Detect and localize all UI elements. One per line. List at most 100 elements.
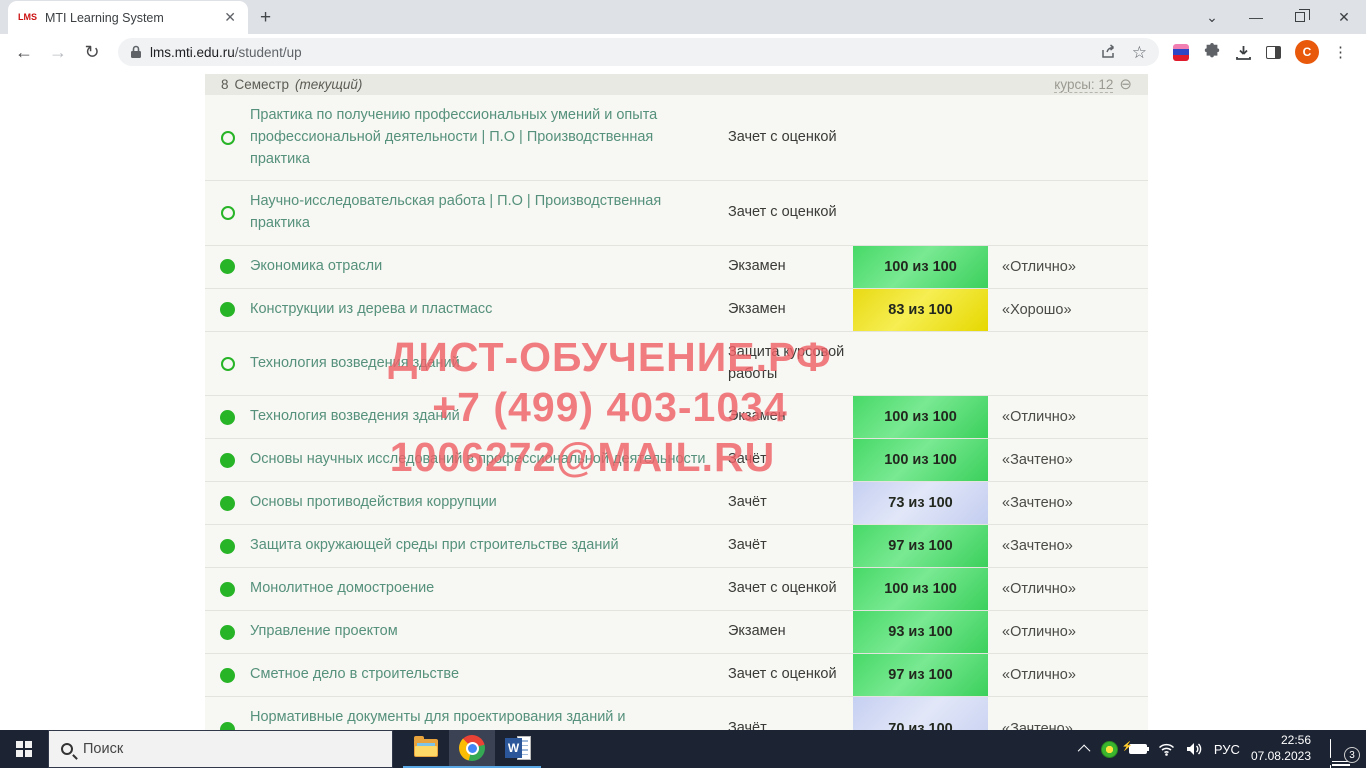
- course-score: 73 из 100: [853, 482, 988, 524]
- course-score: 100 из 100: [853, 568, 988, 610]
- course-row: Конструкции из дерева и пластмасс Экзаме…: [205, 289, 1148, 332]
- tab-close-icon[interactable]: ✕: [222, 9, 238, 26]
- course-name-link[interactable]: Конструкции из дерева и пластмасс: [250, 289, 728, 331]
- course-row: Управление проектом Экзамен 93 из 100 «О…: [205, 611, 1148, 654]
- course-exam-type: Экзамен: [728, 289, 853, 331]
- semester-note: (текущий): [295, 77, 362, 92]
- course-name-link[interactable]: Основы научных исследований в профессион…: [250, 439, 728, 481]
- course-name-link[interactable]: Технология возведения зданий: [250, 332, 728, 396]
- course-name-link[interactable]: Практика по получению профессиональных у…: [250, 95, 728, 180]
- course-exam-type: Экзамен: [728, 396, 853, 438]
- course-row: Практика по получению профессиональных у…: [205, 95, 1148, 181]
- course-grade: «Зачтено»: [988, 697, 1148, 730]
- course-score: 97 из 100: [853, 525, 988, 567]
- back-icon[interactable]: ←: [10, 38, 38, 66]
- course-name-link[interactable]: Экономика отрасли: [250, 246, 728, 288]
- course-row: Основы научных исследований в профессион…: [205, 439, 1148, 482]
- course-status-cell: [205, 181, 250, 245]
- notification-badge: 3: [1344, 747, 1360, 763]
- course-exam-type: Зачет с оценкой: [728, 95, 853, 180]
- course-exam-type: Зачёт: [728, 525, 853, 567]
- address-bar[interactable]: lms.mti.edu.ru/student/up ☆: [118, 38, 1159, 66]
- course-name-link[interactable]: Монолитное домостроение: [250, 568, 728, 610]
- course-status-cell: [205, 654, 250, 696]
- courses-count-link[interactable]: курсы: 12: [1054, 77, 1113, 93]
- new-tab-button[interactable]: +: [260, 8, 271, 27]
- language-indicator[interactable]: РУС: [1214, 742, 1240, 757]
- course-row: Экономика отрасли Экзамен 100 из 100 «От…: [205, 246, 1148, 289]
- minimize-button[interactable]: —: [1234, 0, 1278, 34]
- course-name-link[interactable]: Нормативные документы для проектирования…: [250, 697, 728, 730]
- course-score: [853, 181, 988, 245]
- clock-date: 07.08.2023: [1251, 749, 1311, 763]
- course-status-icon: [221, 206, 235, 220]
- word-icon: W: [505, 736, 531, 760]
- start-button[interactable]: [0, 730, 48, 768]
- course-row: Научно-исследовательская работа | П.О | …: [205, 181, 1148, 246]
- tab-strip: LMS MTI Learning System ✕ + ⌄ — ✕: [0, 0, 1366, 34]
- taskbar-file-explorer[interactable]: [403, 730, 449, 768]
- course-status-cell: [205, 482, 250, 524]
- flag-extension-icon[interactable]: [1173, 44, 1189, 61]
- course-score: 97 из 100: [853, 654, 988, 696]
- course-name-link[interactable]: Сметное дело в строительстве: [250, 654, 728, 696]
- course-status-icon: [220, 668, 235, 683]
- system-tray: РУС 22:56 07.08.2023 3: [1081, 730, 1366, 768]
- course-status-cell: [205, 246, 250, 288]
- restore-button[interactable]: [1278, 0, 1322, 34]
- course-score: 83 из 100: [853, 289, 988, 331]
- notification-center[interactable]: 3: [1330, 740, 1352, 758]
- battery-icon[interactable]: [1129, 744, 1147, 754]
- share-icon[interactable]: [1101, 44, 1118, 60]
- antivirus-tray-icon[interactable]: [1101, 741, 1118, 758]
- search-icon: [61, 743, 73, 755]
- browser-tab[interactable]: LMS MTI Learning System ✕: [8, 1, 248, 34]
- chrome-icon: [459, 735, 485, 761]
- course-exam-type: Зачёт: [728, 697, 853, 730]
- taskbar-chrome[interactable]: [449, 730, 495, 768]
- course-grade: [988, 95, 1148, 180]
- profile-avatar[interactable]: C: [1295, 40, 1319, 64]
- course-name-link[interactable]: Научно-исследовательская работа | П.О | …: [250, 181, 728, 245]
- page-content: 8 Семестр (текущий) курсы: 12 ⊖ Практика…: [0, 70, 1366, 730]
- speaker-icon[interactable]: [1186, 742, 1203, 756]
- wifi-icon[interactable]: [1158, 743, 1175, 756]
- course-row: Технология возведения зданий Экзамен 100…: [205, 396, 1148, 439]
- course-grade: «Отлично»: [988, 396, 1148, 438]
- course-row: Сметное дело в строительстве Зачет с оце…: [205, 654, 1148, 697]
- tab-search-icon[interactable]: ⌄: [1190, 0, 1234, 34]
- course-name-link[interactable]: Управление проектом: [250, 611, 728, 653]
- taskbar-word[interactable]: W: [495, 730, 541, 768]
- collapse-section-icon[interactable]: ⊖: [1119, 77, 1132, 92]
- course-row: Технология возведения зданий Защита курс…: [205, 332, 1148, 397]
- course-name-link[interactable]: Защита окружающей среды при строительств…: [250, 525, 728, 567]
- course-grade: «Отлично»: [988, 611, 1148, 653]
- course-row: Защита окружающей среды при строительств…: [205, 525, 1148, 568]
- taskbar-clock[interactable]: 22:56 07.08.2023: [1251, 733, 1311, 764]
- lms-favicon-icon: LMS: [18, 13, 37, 22]
- menu-kebab-icon[interactable]: ⋮: [1333, 43, 1348, 61]
- taskbar-search[interactable]: Поиск: [48, 730, 393, 768]
- windows-logo-icon: [16, 741, 32, 757]
- course-exam-type: Зачет с оценкой: [728, 568, 853, 610]
- course-name-link[interactable]: Технология возведения зданий: [250, 396, 728, 438]
- downloads-icon[interactable]: [1235, 44, 1252, 61]
- course-grade: «Зачтено»: [988, 525, 1148, 567]
- course-score: 70 из 100: [853, 697, 988, 730]
- course-name-link[interactable]: Основы противодействия коррупции: [250, 482, 728, 524]
- side-panel-icon[interactable]: [1266, 46, 1281, 59]
- course-status-cell: [205, 95, 250, 180]
- windows-taskbar: Поиск W РУС 22:56 07.08.2023: [0, 730, 1366, 768]
- course-status-icon: [220, 539, 235, 554]
- course-status-cell: [205, 289, 250, 331]
- file-explorer-icon: [414, 739, 438, 757]
- course-score: [853, 95, 988, 180]
- close-button[interactable]: ✕: [1322, 0, 1366, 34]
- forward-icon[interactable]: →: [44, 38, 72, 66]
- reload-icon[interactable]: ↻: [78, 38, 106, 66]
- course-status-icon: [221, 357, 235, 371]
- bookmark-star-icon[interactable]: ☆: [1132, 44, 1147, 61]
- extensions-puzzle-icon[interactable]: [1203, 43, 1221, 61]
- tray-chevron-icon[interactable]: [1081, 745, 1090, 754]
- course-score: [853, 332, 988, 396]
